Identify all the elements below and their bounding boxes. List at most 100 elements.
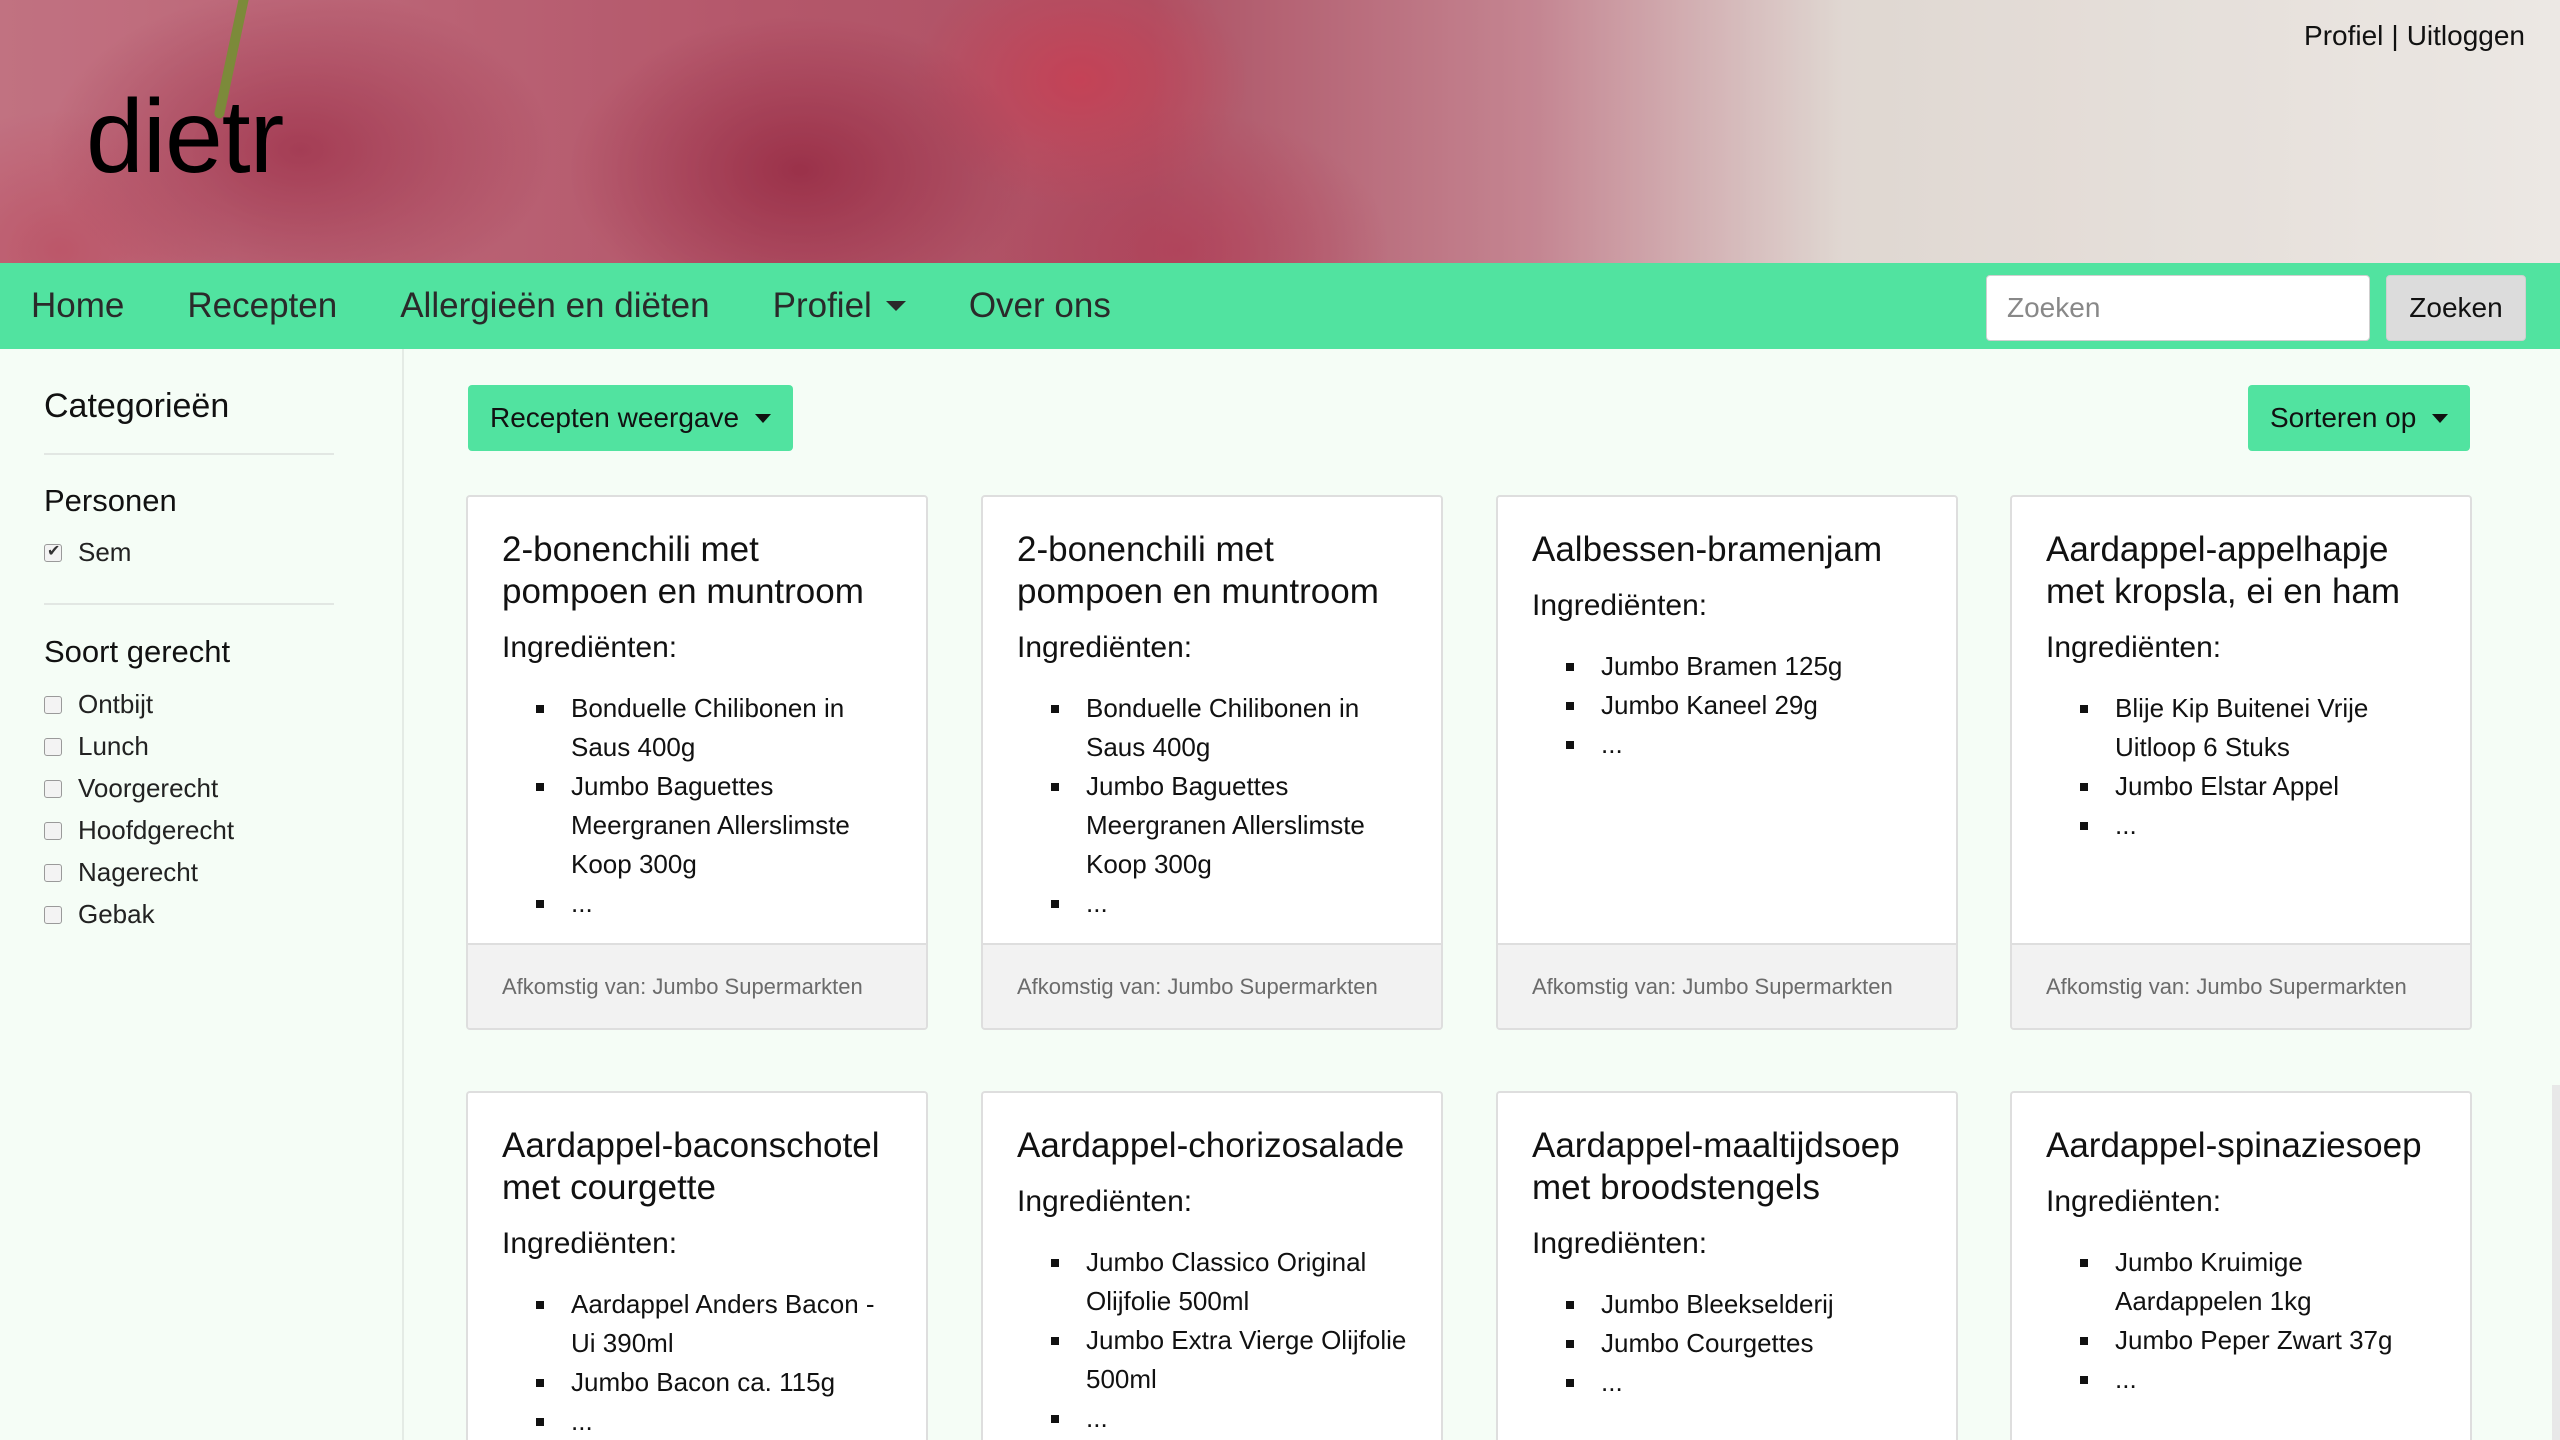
recipe-card[interactable]: 2-bonenchili met pompoen en muntroom Ing… bbox=[466, 495, 928, 1030]
checkbox[interactable] bbox=[44, 695, 62, 714]
checkbox[interactable] bbox=[44, 737, 62, 756]
nav-profiel-label: Profiel bbox=[772, 286, 872, 325]
ingredient-item: Jumbo Elstar Appel bbox=[2080, 767, 2436, 806]
recipes-view-dropdown[interactable]: Recepten weergave bbox=[468, 385, 794, 451]
ingredient-list: Blije Kip Buitenei Vrije Uitloop 6 Stuks… bbox=[2046, 689, 2436, 845]
nav-recepten[interactable]: Recepten bbox=[187, 286, 337, 326]
ingredients-heading: Ingrediënten: bbox=[1532, 589, 1708, 622]
search-input[interactable] bbox=[1986, 275, 2370, 341]
ingredient-list: Jumbo Kruimige Aardappelen 1kg Jumbo Pep… bbox=[2046, 1243, 2436, 1399]
filter-label: Voorgerecht bbox=[78, 773, 219, 803]
nav-allergieen[interactable]: Allergieën en diëten bbox=[400, 286, 709, 326]
filter-checkbox-nagerecht[interactable]: Nagerecht bbox=[44, 857, 198, 888]
ingredient-list: Jumbo Bramen 125g Jumbo Kaneel 29g ... bbox=[1532, 647, 1922, 764]
link-separator: | bbox=[2391, 20, 2399, 51]
recipe-source: Afkomstig van: Jumbo Supermarkten bbox=[468, 943, 926, 1028]
logo[interactable]: dietr bbox=[86, 78, 284, 197]
ingredient-item: Jumbo Baguettes Meergranen Allerslimste … bbox=[1051, 767, 1407, 884]
account-links: Profiel | Uitloggen bbox=[2304, 20, 2525, 52]
ingredients-heading: Ingrediënten: bbox=[1017, 631, 1193, 664]
sort-label: Sorteren op bbox=[2270, 402, 2417, 433]
ingredients-heading: Ingrediënten: bbox=[1532, 1227, 1708, 1260]
filter-checkbox-lunch[interactable]: Lunch bbox=[44, 731, 149, 762]
ingredient-item: Jumbo Bleekselderij bbox=[1566, 1285, 1922, 1324]
filter-label: Ontbijt bbox=[78, 689, 154, 719]
recipe-title[interactable]: Aalbessen-bramenjam bbox=[1532, 529, 1922, 571]
ingredient-item: Jumbo Extra Vierge Olijfolie 500ml bbox=[1051, 1321, 1407, 1399]
profile-link[interactable]: Profiel bbox=[2304, 20, 2383, 52]
recipe-card[interactable]: Aardappel-spinaziesoep Ingrediënten: Jum… bbox=[2010, 1091, 2472, 1440]
ingredients-heading: Ingrediënten: bbox=[502, 1227, 678, 1260]
ingredient-list: Jumbo Bleekselderij Jumbo Courgettes ... bbox=[1532, 1285, 1922, 1402]
group-heading-personen: Personen bbox=[44, 483, 177, 518]
nav-recepten-label: Recepten bbox=[187, 286, 338, 325]
filter-checkbox-voorgerecht[interactable]: Voorgerecht bbox=[44, 773, 218, 804]
ingredient-item: ... bbox=[1566, 1363, 1922, 1402]
checkbox[interactable] bbox=[44, 779, 62, 798]
ingredients-heading: Ingrediënten: bbox=[1017, 1185, 1193, 1218]
filter-checkbox-sem[interactable]: Sem bbox=[44, 537, 131, 568]
ingredients-heading: Ingrediënten: bbox=[502, 631, 678, 664]
divider bbox=[44, 453, 334, 455]
recipe-title[interactable]: Aardappel-baconschotel met courgette bbox=[502, 1125, 892, 1209]
recipe-card[interactable]: Aardappel-maaltijdsoep met broodstengels… bbox=[1496, 1091, 1958, 1440]
ingredient-item: ... bbox=[2080, 806, 2436, 845]
ingredient-item: Bonduelle Chilibonen in Saus 400g bbox=[536, 689, 892, 767]
ingredient-item: Jumbo Kaneel 29g bbox=[1566, 686, 1922, 725]
nav-allergieen-label: Allergieën en diëten bbox=[400, 286, 710, 325]
recipe-title[interactable]: Aardappel-appelhapje met kropsla, ei en … bbox=[2046, 529, 2436, 613]
ingredient-item: Jumbo Kruimige Aardappelen 1kg bbox=[2080, 1243, 2436, 1321]
sidebar-title: Categorieën bbox=[44, 387, 230, 425]
recipe-title[interactable]: Aardappel-chorizosalade bbox=[1017, 1125, 1407, 1167]
nav-over-ons[interactable]: Over ons bbox=[969, 286, 1111, 326]
ingredient-item: Jumbo Bacon ca. 115g bbox=[536, 1363, 892, 1402]
nav-home-label: Home bbox=[31, 286, 125, 325]
ingredient-item: Bonduelle Chilibonen in Saus 400g bbox=[1051, 689, 1407, 767]
search-button[interactable]: Zoeken bbox=[2386, 275, 2526, 341]
ingredient-list: Bonduelle Chilibonen in Saus 400g Jumbo … bbox=[502, 689, 892, 923]
checkbox[interactable] bbox=[44, 905, 62, 924]
ingredient-list: Bonduelle Chilibonen in Saus 400g Jumbo … bbox=[1017, 689, 1407, 923]
ingredient-item: ... bbox=[1051, 1399, 1407, 1438]
nav-profiel-dropdown[interactable]: Profiel bbox=[773, 286, 906, 326]
chevron-down-icon bbox=[755, 413, 772, 423]
filter-checkbox-hoofdgerecht[interactable]: Hoofdgerecht bbox=[44, 815, 234, 846]
sort-dropdown[interactable]: Sorteren op bbox=[2248, 385, 2471, 451]
recipe-card[interactable]: Aalbessen-bramenjam Ingrediënten: Jumbo … bbox=[1496, 495, 1958, 1030]
ingredient-item: ... bbox=[536, 884, 892, 923]
ingredient-item: Jumbo Classico Original Olijfolie 500ml bbox=[1051, 1243, 1407, 1321]
filter-checkbox-gebak[interactable]: Gebak bbox=[44, 899, 155, 930]
recipe-title[interactable]: Aardappel-spinaziesoep bbox=[2046, 1125, 2436, 1167]
filter-checkbox-ontbijt[interactable]: Ontbijt bbox=[44, 689, 153, 720]
recipe-title[interactable]: 2-bonenchili met pompoen en muntroom bbox=[502, 529, 892, 613]
ingredient-list: Jumbo Classico Original Olijfolie 500ml … bbox=[1017, 1243, 1407, 1438]
ingredient-item: Jumbo Bramen 125g bbox=[1566, 647, 1922, 686]
ingredients-heading: Ingrediënten: bbox=[2046, 1185, 2222, 1218]
nav-over-ons-label: Over ons bbox=[968, 286, 1111, 325]
filter-label: Gebak bbox=[78, 899, 155, 929]
nav-home[interactable]: Home bbox=[31, 286, 124, 326]
recipe-card[interactable]: Aardappel-appelhapje met kropsla, ei en … bbox=[2010, 495, 2472, 1030]
group-heading-soort-gerecht: Soort gerecht bbox=[44, 634, 231, 669]
recipe-title[interactable]: Aardappel-maaltijdsoep met broodstengels bbox=[1532, 1125, 1922, 1209]
logout-link[interactable]: Uitloggen bbox=[2407, 20, 2525, 52]
ingredient-item: Blije Kip Buitenei Vrije Uitloop 6 Stuks bbox=[2080, 689, 2436, 767]
recipe-card[interactable]: 2-bonenchili met pompoen en muntroom Ing… bbox=[981, 495, 1443, 1030]
recipe-source: Afkomstig van: Jumbo Supermarkten bbox=[1498, 943, 1956, 1028]
recipe-card[interactable]: Aardappel-baconschotel met courgette Ing… bbox=[466, 1091, 928, 1440]
ingredient-item: ... bbox=[2080, 1360, 2436, 1399]
recipe-card[interactable]: Aardappel-chorizosalade Ingrediënten: Ju… bbox=[981, 1091, 1443, 1440]
ingredient-item: Jumbo Courgettes bbox=[1566, 1324, 1922, 1363]
ingredients-heading: Ingrediënten: bbox=[2046, 631, 2222, 664]
filter-label: Sem bbox=[78, 537, 132, 567]
checkbox[interactable] bbox=[44, 541, 62, 562]
ingredient-item: Aardappel Anders Bacon - Ui 390ml bbox=[536, 1285, 892, 1363]
page-scrollbar[interactable] bbox=[2552, 1085, 2560, 1440]
category-sidebar: Categorieën Personen Sem Soort gerecht O… bbox=[0, 349, 404, 1440]
recipes-view-label: Recepten weergave bbox=[490, 402, 740, 433]
checkbox[interactable] bbox=[44, 821, 62, 840]
ingredient-item: ... bbox=[1566, 725, 1922, 764]
checkbox[interactable] bbox=[44, 863, 62, 882]
recipe-title[interactable]: 2-bonenchili met pompoen en muntroom bbox=[1017, 529, 1407, 613]
main-navbar: Home Recepten Allergieën en diëten Profi… bbox=[0, 263, 2560, 349]
